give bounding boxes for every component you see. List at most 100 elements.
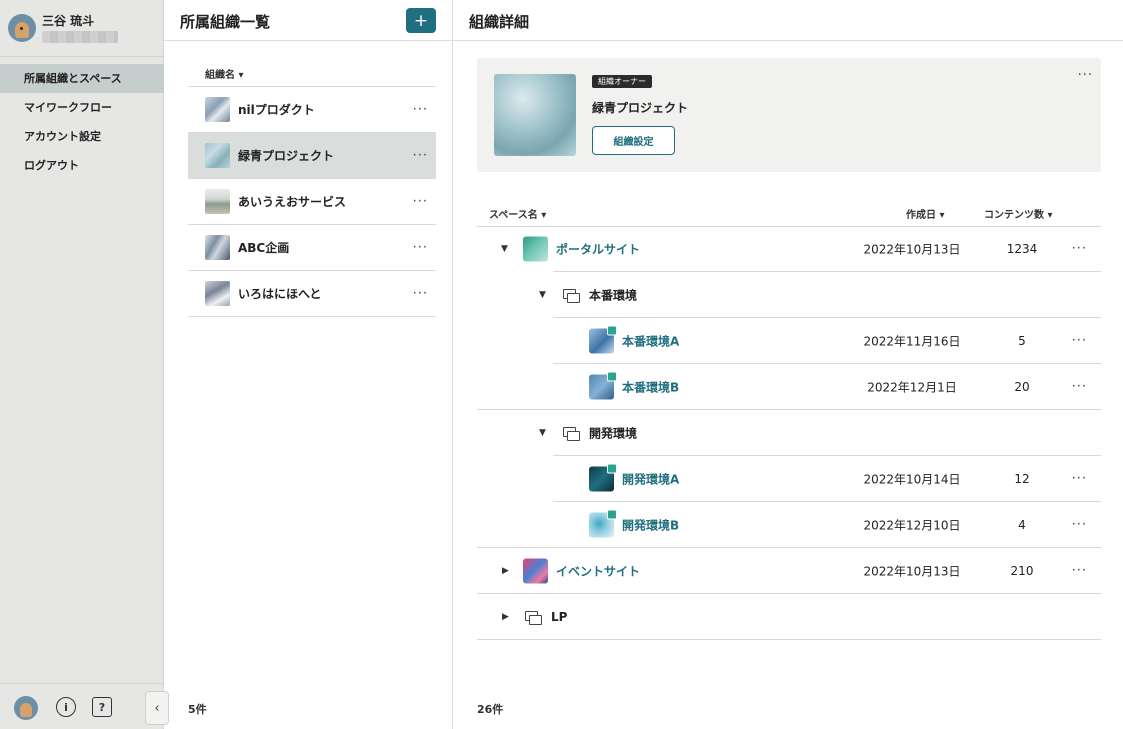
space-name[interactable]: イベントサイト bbox=[556, 563, 640, 580]
space-content-count: 210 bbox=[1010, 564, 1034, 578]
space-icon bbox=[589, 509, 617, 538]
more-icon[interactable]: ··· bbox=[413, 103, 428, 116]
org-row[interactable]: ABC企画 ··· bbox=[188, 225, 436, 271]
org-detail-title: 組織詳細 bbox=[469, 13, 530, 31]
sort-by-org-name[interactable]: 組織名 ▾ bbox=[205, 66, 244, 81]
sidebar-footer: i ? ‹ bbox=[0, 684, 169, 729]
space-row[interactable]: ▼ ポータルサイト 2022年10月13日 1234 ··· bbox=[477, 226, 1101, 272]
space-row[interactable]: 本番環境B 2022年12月1日 20 ··· bbox=[477, 364, 1101, 410]
space-content-count: 20 bbox=[1014, 380, 1030, 394]
space-name[interactable]: ポータルサイト bbox=[556, 241, 640, 258]
collapse-sidebar-button[interactable]: ‹ bbox=[145, 691, 169, 725]
space-group-name: 開発環境 bbox=[589, 426, 638, 441]
org-list-title: 所属組織一覧 bbox=[180, 13, 271, 31]
sidebar-item-my-workflow[interactable]: マイワークフロー bbox=[0, 93, 164, 122]
space-group-name: LP bbox=[551, 610, 568, 624]
sidebar-item-account-settings[interactable]: アカウント設定 bbox=[0, 122, 164, 151]
more-icon[interactable]: ··· bbox=[1072, 473, 1087, 486]
space-icon bbox=[523, 236, 548, 262]
sidebar-item-orgs-and-spaces[interactable]: 所属組織とスペース bbox=[0, 64, 164, 93]
org-name: あいうえおサービス bbox=[238, 195, 347, 209]
space-row[interactable]: 開発環境A 2022年10月14日 12 ··· bbox=[477, 456, 1101, 502]
org-row[interactable]: nilプロダクト ··· bbox=[188, 87, 436, 133]
user-avatar bbox=[8, 14, 36, 42]
caret-down-icon[interactable]: ▼ bbox=[539, 290, 546, 300]
org-count: 5件 bbox=[188, 703, 207, 716]
org-settings-button[interactable]: 組織設定 bbox=[592, 126, 675, 155]
more-icon[interactable]: ··· bbox=[413, 241, 428, 254]
caret-down-icon[interactable]: ▼ bbox=[501, 244, 508, 254]
sidebar-item-logout[interactable]: ログアウト bbox=[0, 151, 164, 180]
org-name: nilプロダクト bbox=[238, 103, 315, 117]
org-detail-panel: 組織詳細 組織オーナー 緑青プロジェクト 組織設定 ··· スペース名 ▾ 作成… bbox=[453, 0, 1123, 729]
folder-group-icon bbox=[525, 611, 542, 625]
more-icon[interactable]: ··· bbox=[1072, 243, 1087, 256]
org-thumbnail bbox=[205, 189, 230, 214]
more-icon[interactable]: ··· bbox=[413, 195, 428, 208]
space-group-row[interactable]: ▼ 開発環境 bbox=[477, 410, 1101, 456]
org-summary-card: 組織オーナー 緑青プロジェクト 組織設定 ··· bbox=[477, 58, 1101, 172]
caret-right-icon[interactable]: ▶ bbox=[502, 612, 509, 622]
sidebar-divider bbox=[0, 56, 164, 57]
space-row[interactable]: 本番環境A 2022年11月16日 5 ··· bbox=[477, 318, 1101, 364]
org-list-header: 所属組織一覧 + bbox=[164, 0, 452, 41]
org-thumbnail bbox=[205, 97, 230, 122]
org-list: nilプロダクト ··· 緑青プロジェクト ··· あいうえおサービス ··· … bbox=[188, 86, 436, 317]
sort-by-content-count[interactable]: コンテンツ数 ▾ bbox=[984, 206, 1053, 221]
more-icon[interactable]: ··· bbox=[1072, 519, 1087, 532]
sidebar: 三谷 琉斗 所属組織とスペース マイワークフロー アカウント設定 ログアウト i… bbox=[0, 0, 169, 729]
more-icon[interactable]: ··· bbox=[413, 149, 428, 162]
folder-group-icon bbox=[563, 427, 580, 441]
owner-badge: 組織オーナー bbox=[592, 75, 652, 88]
more-icon[interactable]: ··· bbox=[1072, 565, 1087, 578]
space-created-date: 2022年10月13日 bbox=[863, 242, 961, 257]
folder-group-icon bbox=[563, 289, 580, 303]
space-name[interactable]: 本番環境A bbox=[622, 333, 679, 350]
org-row[interactable]: あいうえおサービス ··· bbox=[188, 179, 436, 225]
add-org-button[interactable]: + bbox=[406, 8, 436, 33]
user-name: 三谷 琉斗 bbox=[42, 14, 95, 28]
space-created-date: 2022年11月16日 bbox=[863, 334, 961, 349]
org-card-name: 緑青プロジェクト bbox=[592, 101, 689, 115]
org-thumbnail bbox=[205, 235, 230, 260]
org-card-thumbnail bbox=[494, 74, 576, 156]
org-thumbnail bbox=[205, 143, 230, 168]
space-created-date: 2022年12月1日 bbox=[867, 380, 957, 395]
more-icon[interactable]: ··· bbox=[413, 287, 428, 300]
org-list-panel: 所属組織一覧 + 組織名 ▾ nilプロダクト ··· 緑青プロジェクト ···… bbox=[164, 0, 453, 729]
caret-down-icon[interactable]: ▼ bbox=[539, 428, 546, 438]
help-icon[interactable]: ? bbox=[92, 697, 112, 717]
space-group-name: 本番環境 bbox=[589, 288, 638, 303]
info-icon[interactable]: i bbox=[56, 697, 76, 717]
sort-by-created-date[interactable]: 作成日 ▾ bbox=[906, 206, 945, 221]
user-email-redacted bbox=[42, 31, 118, 43]
space-created-date: 2022年12月10日 bbox=[863, 518, 961, 533]
more-icon[interactable]: ··· bbox=[1072, 381, 1087, 394]
space-icon bbox=[589, 325, 617, 354]
space-name[interactable]: 本番環境B bbox=[622, 379, 679, 396]
space-created-date: 2022年10月13日 bbox=[863, 564, 961, 579]
user-profile[interactable]: 三谷 琉斗 bbox=[8, 10, 158, 48]
space-group-row[interactable]: ▶ LP bbox=[477, 594, 1101, 640]
space-name[interactable]: 開発環境B bbox=[622, 517, 679, 534]
org-name: 緑青プロジェクト bbox=[238, 149, 335, 163]
space-row[interactable]: 開発環境B 2022年12月10日 4 ··· bbox=[477, 502, 1101, 548]
more-icon[interactable]: ··· bbox=[1078, 68, 1093, 83]
space-icon bbox=[589, 463, 617, 492]
more-icon[interactable]: ··· bbox=[1072, 335, 1087, 348]
space-name[interactable]: 開発環境A bbox=[622, 471, 679, 488]
sort-by-space-name[interactable]: スペース名 ▾ bbox=[489, 206, 546, 221]
space-count: 26件 bbox=[477, 703, 504, 716]
space-icon bbox=[589, 371, 617, 400]
org-row[interactable]: いろはにほへと ··· bbox=[188, 271, 436, 317]
org-detail-header: 組織詳細 bbox=[453, 0, 1123, 41]
space-group-row[interactable]: ▼ 本番環境 bbox=[477, 272, 1101, 318]
space-content-count: 1234 bbox=[1006, 242, 1038, 256]
org-name: いろはにほへと bbox=[238, 287, 322, 301]
caret-right-icon[interactable]: ▶ bbox=[502, 566, 509, 576]
footer-avatar[interactable] bbox=[14, 696, 38, 720]
sidebar-nav: 所属組織とスペース マイワークフロー アカウント設定 ログアウト bbox=[0, 64, 164, 180]
space-row[interactable]: ▶ イベントサイト 2022年10月13日 210 ··· bbox=[477, 548, 1101, 594]
org-thumbnail bbox=[205, 281, 230, 306]
org-row-selected[interactable]: 緑青プロジェクト ··· bbox=[188, 133, 436, 179]
